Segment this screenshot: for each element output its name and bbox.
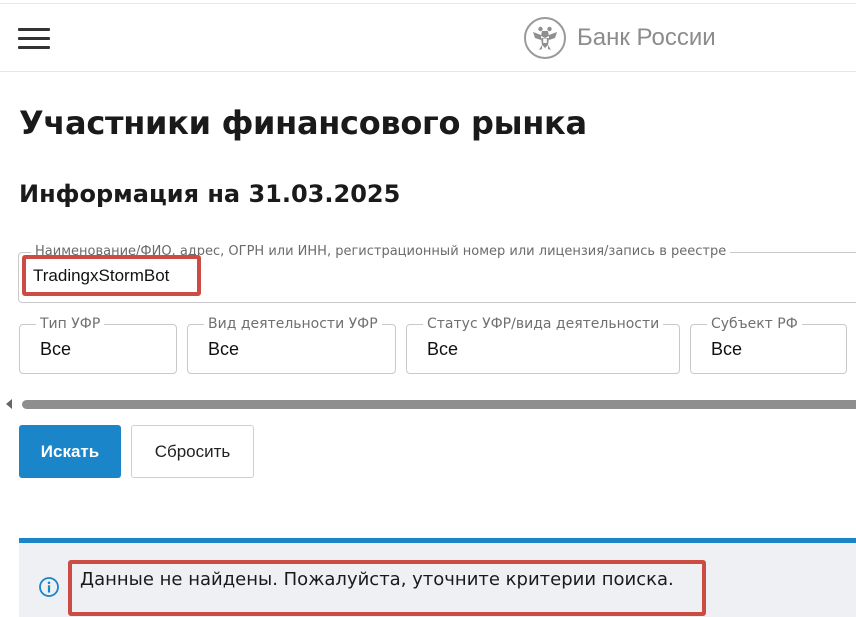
site-header: Банк России [0, 4, 856, 72]
filter-label: Статус УФР/вида деятельности [423, 316, 664, 332]
search-button[interactable]: Искать [19, 425, 121, 478]
search-input-value[interactable]: TradingxStormBot [33, 266, 169, 286]
filter-value: Все [208, 339, 240, 359]
filter-value: Все [711, 339, 743, 359]
filter-label: Субъект РФ [707, 316, 802, 332]
alert-message: Данные не найдены. Пожалуйста, уточните … [80, 569, 674, 590]
filter-status-select[interactable]: Статус УФР/вида деятельности Все [406, 316, 680, 374]
logo-text: Банк России [577, 24, 716, 51]
no-results-alert: Данные не найдены. Пожалуйста, уточните … [19, 538, 856, 617]
hamburger-menu-icon[interactable] [18, 28, 50, 50]
scroll-left-arrow-icon[interactable] [6, 399, 12, 409]
filter-label: Вид деятельности УФР [204, 316, 382, 332]
filter-label: Тип УФР [36, 316, 105, 332]
page-title: Участники финансового рынка [19, 104, 587, 142]
bank-logo[interactable]: Банк России [524, 15, 716, 61]
filter-type-select[interactable]: Тип УФР Все [19, 316, 177, 374]
reset-button[interactable]: Сбросить [131, 425, 254, 478]
filter-region-select[interactable]: Субъект РФ Все [690, 316, 847, 374]
horizontal-scrollbar[interactable] [22, 400, 856, 409]
filter-value: Все [40, 339, 72, 359]
filter-value: Все [427, 339, 459, 359]
info-icon [39, 577, 59, 597]
search-input[interactable]: Наименование/ФИО, адрес, ОГРН или ИНН, р… [18, 244, 856, 303]
info-date-heading: Информация на 31.03.2025 [19, 180, 401, 208]
eagle-emblem-icon [524, 17, 566, 59]
search-input-label: Наименование/ФИО, адрес, ОГРН или ИНН, р… [31, 244, 731, 260]
filter-activity-select[interactable]: Вид деятельности УФР Все [187, 316, 396, 374]
